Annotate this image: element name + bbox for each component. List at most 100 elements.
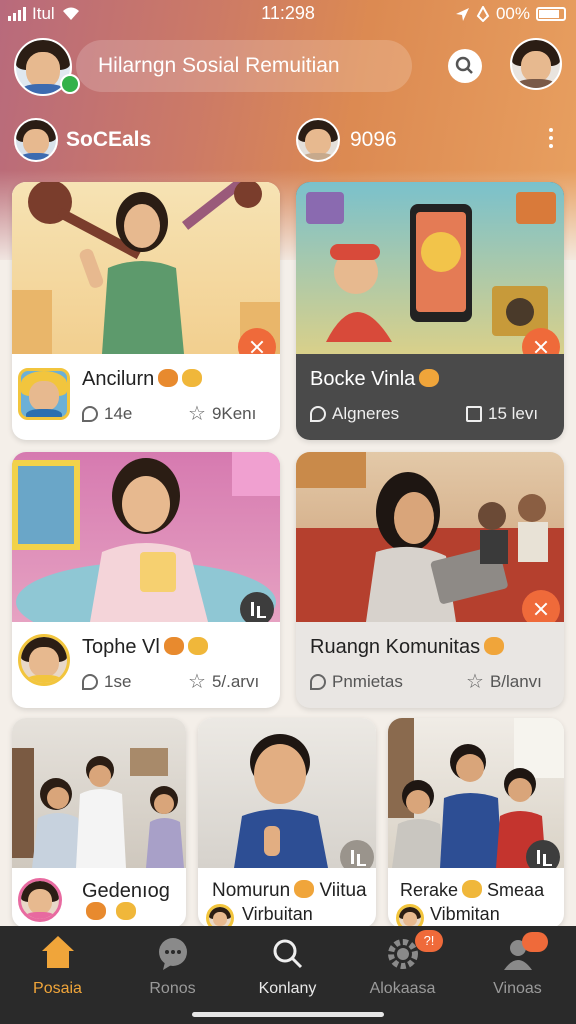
comments-count: Algneres bbox=[332, 404, 400, 423]
comment-icon bbox=[310, 406, 326, 422]
likes-stat[interactable]: ☆ 5/.arvı bbox=[188, 672, 259, 692]
card-avatar-face bbox=[399, 907, 421, 928]
star-icon: ☆ bbox=[188, 671, 206, 693]
search-icon bbox=[455, 56, 473, 74]
card-title: Nomurun Viitua bbox=[212, 879, 367, 902]
likes-stat[interactable]: ☆ B/lanvı bbox=[466, 672, 542, 692]
comments-count: 14e bbox=[104, 404, 133, 423]
comments-stat[interactable]: Pnmietas bbox=[310, 672, 403, 692]
bookmark-icon bbox=[466, 406, 482, 422]
comments-stat[interactable]: 14e bbox=[82, 404, 132, 424]
tab-search-label: Konlany bbox=[258, 980, 317, 997]
card-avatar-face bbox=[21, 371, 67, 417]
location-icon bbox=[455, 8, 469, 21]
comments-count: 1se bbox=[104, 672, 132, 691]
reactions bbox=[82, 902, 136, 922]
feed-card[interactable]: Rerake Smeaa Vibmitan bbox=[388, 718, 564, 928]
heart-emoji-icon bbox=[419, 368, 440, 387]
feed-card[interactable]: Ancilurn 14e ☆ 9Kenı bbox=[12, 182, 280, 440]
card-title: Rerake Smeaa bbox=[400, 880, 544, 901]
shares-count: 15 levı bbox=[488, 404, 539, 423]
card-image bbox=[12, 182, 280, 354]
emoji-icon bbox=[163, 636, 184, 655]
comments-stat[interactable]: 1se bbox=[82, 672, 131, 692]
girl-mug-illustration bbox=[12, 452, 280, 622]
online-status-icon bbox=[60, 74, 80, 94]
card-image bbox=[12, 718, 186, 868]
likes-stat[interactable]: ☆ 9Kenı bbox=[188, 404, 256, 424]
comment-icon bbox=[82, 406, 98, 422]
close-badge-icon[interactable] bbox=[522, 932, 548, 952]
card-title: Gedenıog bbox=[82, 880, 170, 903]
dismiss-icon[interactable] bbox=[522, 590, 560, 622]
card-avatar bbox=[396, 904, 424, 928]
status-right: 00% bbox=[454, 4, 566, 24]
likes-count: B/lanvı bbox=[489, 672, 542, 691]
card-title-text: Bocke Vinla bbox=[310, 368, 416, 390]
heart-emoji-icon bbox=[484, 636, 505, 655]
guitar-illustration bbox=[12, 182, 280, 354]
comments-stat[interactable]: Algneres bbox=[310, 404, 399, 424]
card-avatar-face bbox=[21, 881, 59, 919]
count-avatar-face bbox=[298, 120, 338, 160]
stats-icon[interactable] bbox=[340, 840, 374, 868]
shares-stat[interactable]: 15 levı bbox=[466, 404, 538, 424]
card-image bbox=[388, 718, 564, 868]
emoji-icon bbox=[86, 902, 106, 920]
status-bar: Itul 11:298 00% bbox=[0, 0, 576, 28]
more-vertical-icon[interactable] bbox=[548, 128, 554, 150]
card-image bbox=[12, 452, 280, 622]
family-tablet-illustration bbox=[296, 452, 564, 622]
tab-messages[interactable]: Ronos bbox=[115, 936, 230, 998]
card-image bbox=[296, 182, 564, 354]
socials-avatar[interactable] bbox=[14, 118, 58, 162]
card-subtitle: Vibmitan bbox=[430, 904, 500, 924]
likes-count: 5/.arvı bbox=[211, 672, 260, 691]
family-group-illustration bbox=[12, 748, 184, 868]
card-title-text: Ancilurn bbox=[82, 368, 155, 390]
profile-avatar[interactable] bbox=[510, 38, 562, 90]
search-icon bbox=[270, 936, 306, 972]
tab-profile[interactable]: Vinoas bbox=[460, 932, 575, 998]
feed-card[interactable]: Tophe Vl 1se ☆ 5/.arvı bbox=[12, 452, 280, 708]
card-title-suffix: Smeaa bbox=[487, 880, 545, 900]
stats-icon[interactable] bbox=[240, 592, 274, 622]
count-label: 9096 bbox=[350, 128, 397, 151]
feed-card[interactable]: Ruangn Komunitas Pnmietas ☆ B/lanvı bbox=[296, 452, 564, 708]
feed-card[interactable]: Nomurun Viitua Virbuitan bbox=[198, 718, 376, 928]
app-title[interactable]: Hilarngn Sosial Remuitian bbox=[76, 40, 412, 92]
emoji-icon bbox=[116, 902, 136, 920]
search-button[interactable] bbox=[448, 49, 482, 83]
card-avatar bbox=[206, 904, 234, 928]
socials-avatar-face bbox=[16, 120, 56, 160]
phone-illustration bbox=[306, 192, 556, 342]
card-title-text: Nomurun bbox=[212, 880, 291, 901]
card-title: Tophe Vl bbox=[82, 636, 208, 659]
stats-icon[interactable] bbox=[526, 840, 560, 868]
emoji-icon bbox=[182, 368, 203, 387]
count-avatar[interactable] bbox=[296, 118, 340, 162]
card-image bbox=[296, 452, 564, 622]
tab-settings[interactable]: Alokaasa ?! bbox=[345, 930, 460, 998]
feed-card[interactable]: Bocke Vinla Algneres 15 levı bbox=[296, 182, 564, 440]
card-title: Bocke Vinla bbox=[310, 368, 440, 391]
battery-icon bbox=[536, 7, 566, 21]
profile-face bbox=[512, 40, 560, 88]
tab-home[interactable]: Posaia bbox=[0, 936, 115, 998]
tab-search[interactable]: Konlany bbox=[230, 936, 345, 998]
likes-count: 9Kenı bbox=[211, 404, 257, 423]
heart-emoji-icon bbox=[294, 879, 315, 898]
card-title-text: Ruangn Komunitas bbox=[310, 636, 481, 658]
card-image bbox=[198, 718, 376, 868]
star-icon: ☆ bbox=[466, 671, 484, 693]
feed-card[interactable]: Gedenıog bbox=[12, 718, 186, 928]
comment-icon bbox=[82, 674, 98, 690]
emoji-icon bbox=[462, 880, 483, 899]
card-title-suffix: Viitua bbox=[319, 880, 367, 901]
home-icon bbox=[40, 936, 76, 972]
socials-label[interactable]: SoCEals bbox=[66, 128, 151, 152]
card-title-text: Gedenıog bbox=[82, 880, 170, 902]
card-avatar-face bbox=[21, 637, 67, 683]
emoji-icon bbox=[158, 368, 179, 387]
app-header: Hilarngn Sosial Remuitian bbox=[14, 38, 562, 96]
